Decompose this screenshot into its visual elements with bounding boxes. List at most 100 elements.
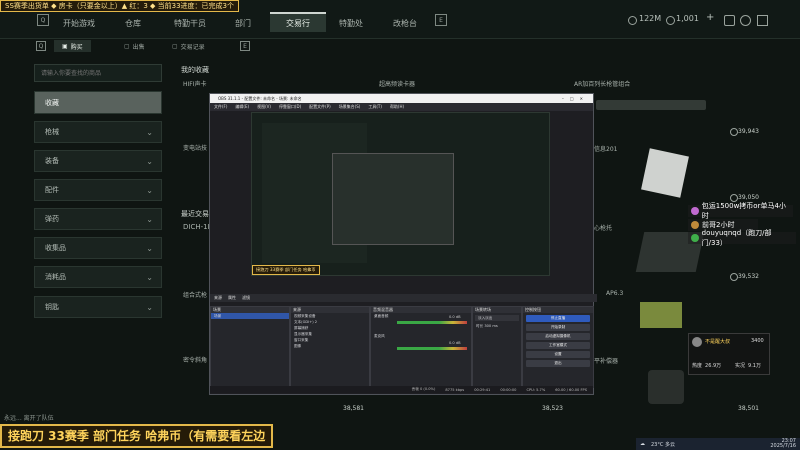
- mic-audio-db: 0.0 dB: [449, 341, 461, 345]
- toolbar-properties-button[interactable]: 属性: [228, 295, 236, 301]
- toolbar-sources-label: 来源: [214, 295, 222, 300]
- duration-value[interactable]: 300 ms: [484, 324, 497, 328]
- menu-profile[interactable]: 配置文件(P): [309, 104, 331, 110]
- studio-mode-button[interactable]: 工作室模式: [526, 342, 590, 349]
- item-label: DICH-1B: [183, 223, 213, 231]
- compensator-image[interactable]: [648, 370, 684, 404]
- rifle-barrel-image[interactable]: [596, 100, 706, 110]
- menu-scene-collection[interactable]: 场景集合(S): [339, 104, 361, 110]
- obs-window[interactable]: OBS 31.1.1 - 配置文件: 未命名 - 场景: 未命名 –□✕ 文件(…: [209, 93, 597, 395]
- currency-coin-icon: [628, 16, 637, 25]
- weather-text: 23°C 多云: [651, 441, 675, 448]
- tab-warehouse[interactable]: 仓库: [110, 14, 156, 32]
- clock-date: 2025/7/16: [770, 443, 796, 449]
- menu-tools[interactable]: 工具(T): [368, 104, 382, 110]
- chevron-down-icon: ⌄: [146, 302, 153, 312]
- mail-icon[interactable]: [724, 15, 735, 26]
- status-fps: 60.00 / 60.00 FPS: [555, 387, 587, 392]
- friends-icon[interactable]: [740, 15, 751, 26]
- tab-special-ops[interactable]: 特勤处: [328, 14, 374, 32]
- windows-taskbar-tray: ☁ 23°C 多云 23:07 2025/7/16: [636, 438, 800, 450]
- nav-prev-q-icon[interactable]: Q: [37, 14, 49, 26]
- menu-help[interactable]: 帮助(H): [390, 104, 404, 110]
- sources-dock: 来源 视频采集设备 文本(GDI+) 2 屏幕捕获 显示器采集 窗口采集 图像: [290, 306, 370, 388]
- item-label: AP6.3: [606, 290, 624, 297]
- toolbar-filters-button[interactable]: 滤镜: [242, 295, 250, 301]
- item-price: 38,523: [542, 405, 563, 412]
- stream-info-panel: 不是醒大叔 3400 热度 26.9万 实况 9.1万: [688, 333, 770, 375]
- party-notice: 永远... 离开了队伍: [4, 415, 54, 422]
- nav-next-e-icon[interactable]: E: [435, 14, 447, 26]
- heat-stat: 热度 26.9万: [692, 363, 722, 369]
- add-currency-button[interactable]: +: [706, 12, 714, 23]
- menu-view[interactable]: 视图(V): [257, 104, 271, 110]
- window-controls[interactable]: –□✕: [562, 96, 593, 101]
- mic-audio-meter: [397, 347, 467, 350]
- tab-department[interactable]: 部门: [220, 14, 266, 32]
- ammo-box-image[interactable]: [640, 302, 682, 328]
- scene-item[interactable]: 场景: [211, 313, 289, 319]
- start-virtual-camera-button[interactable]: 启动虚拟摄像机: [526, 333, 590, 340]
- settings-gear-icon[interactable]: [757, 15, 768, 26]
- chevron-down-icon: ⌄: [146, 243, 153, 253]
- chat-avatar: [691, 234, 699, 242]
- subtab-prev-q-icon[interactable]: Q: [36, 41, 46, 51]
- tab-operators[interactable]: 特勤干员: [164, 14, 216, 32]
- item-label: 超高频读卡器: [379, 81, 416, 88]
- favorites-title: 我的收藏: [181, 66, 209, 74]
- audio-mixer-dock: 音频混音器 桌面音频 0.0 dB 麦克风 0.0 dB: [370, 306, 472, 388]
- tab-trading[interactable]: 交易行: [270, 12, 326, 32]
- menu-edit[interactable]: 编辑(E): [235, 104, 249, 110]
- chevron-down-icon: ⌄: [146, 156, 153, 166]
- stream-overlay-bottom-banner: 接跑刀 33赛季 部门任务 哈弗币（有需要看左边: [0, 424, 274, 448]
- overlay-top-text: SS赛季出货单 ◆ 房卡（只要金以上）▲ 红：3 ◆ 当前33进度：已完成3个: [5, 2, 234, 10]
- start-recording-button[interactable]: 开始录制: [526, 324, 590, 331]
- sidebar-item-guns[interactable]: 枪械 ⌄: [34, 121, 162, 143]
- currency-2-value: 1,001: [676, 14, 699, 23]
- price-coin-icon: [730, 273, 738, 281]
- chat-avatar: [691, 221, 699, 229]
- item-label: 组合式枪: [183, 292, 208, 299]
- keycard-image[interactable]: [641, 148, 689, 198]
- menu-docks[interactable]: 停靠窗口(D): [279, 104, 301, 110]
- sidebar-item-attachments[interactable]: 配件 ⌄: [34, 179, 162, 201]
- obs-title-bar[interactable]: OBS 31.1.1 - 配置文件: 未命名 - 场景: 未命名 –□✕: [210, 94, 593, 103]
- streamer-avatar: [692, 337, 702, 347]
- stream-overlay-top-line: SS赛季出货单 ◆ 房卡（只要金以上）▲ 红：3 ◆ 当前33进度：已完成3个: [0, 0, 239, 12]
- item-label: HIFI声卡: [183, 81, 207, 88]
- sidebar-item-ammo[interactable]: 弹药 ⌄: [34, 208, 162, 230]
- sidebar-item-collectibles[interactable]: 收集品 ⌄: [34, 237, 162, 259]
- item-price: 39,943: [738, 128, 759, 135]
- subtab-next-e-icon[interactable]: E: [240, 41, 250, 51]
- item-label: 变电站技: [183, 145, 208, 152]
- sidebar-item-equipment[interactable]: 装备 ⌄: [34, 150, 162, 172]
- subtab-sell[interactable]: ▢ 出售: [124, 40, 145, 52]
- streamer-name: 不是醒大叔: [705, 339, 731, 345]
- transition-select[interactable]: 淡入淡出: [475, 315, 519, 321]
- tab-start-game[interactable]: 开始游戏: [56, 14, 102, 32]
- weather-icon: ☁: [640, 441, 645, 447]
- exit-button[interactable]: 退出: [526, 360, 590, 367]
- tab-gunsmith[interactable]: 改枪台: [380, 14, 430, 32]
- source-item[interactable]: 图像: [291, 343, 369, 349]
- obs-preview[interactable]: 接跑刀 33赛季 部门任务 哈弗币: [251, 112, 550, 276]
- settings-button[interactable]: 设置: [526, 351, 590, 358]
- subtab-trade-history[interactable]: ▢ 交易记录: [172, 40, 205, 52]
- item-label: 平补偿器: [594, 358, 619, 365]
- subtab-buy[interactable]: ▣ 购买: [54, 40, 91, 52]
- sidebar-item-consumables[interactable]: 消耗品 ⌄: [34, 266, 162, 288]
- duration-label: 时长 300 ms: [476, 324, 498, 328]
- currency-1-value: 122M: [639, 14, 662, 23]
- menu-file[interactable]: 文件(F): [214, 104, 227, 110]
- clock[interactable]: 23:07 2025/7/16: [770, 439, 800, 449]
- item-price: 38,501: [738, 405, 759, 412]
- desktop-audio-meter: [397, 321, 467, 324]
- scenes-dock: 场景 场景: [210, 306, 290, 388]
- stop-streaming-button[interactable]: 停止直播: [526, 315, 590, 322]
- item-price: 38,581: [343, 405, 364, 412]
- recent-trades-title: 最近交易: [181, 210, 209, 218]
- item-search-input[interactable]: [34, 64, 162, 82]
- sidebar-item-favorites[interactable]: 收藏: [34, 91, 162, 114]
- sidebar-item-keys[interactable]: 钥匙 ⌄: [34, 296, 162, 318]
- item-label: 密令斜角: [183, 357, 208, 364]
